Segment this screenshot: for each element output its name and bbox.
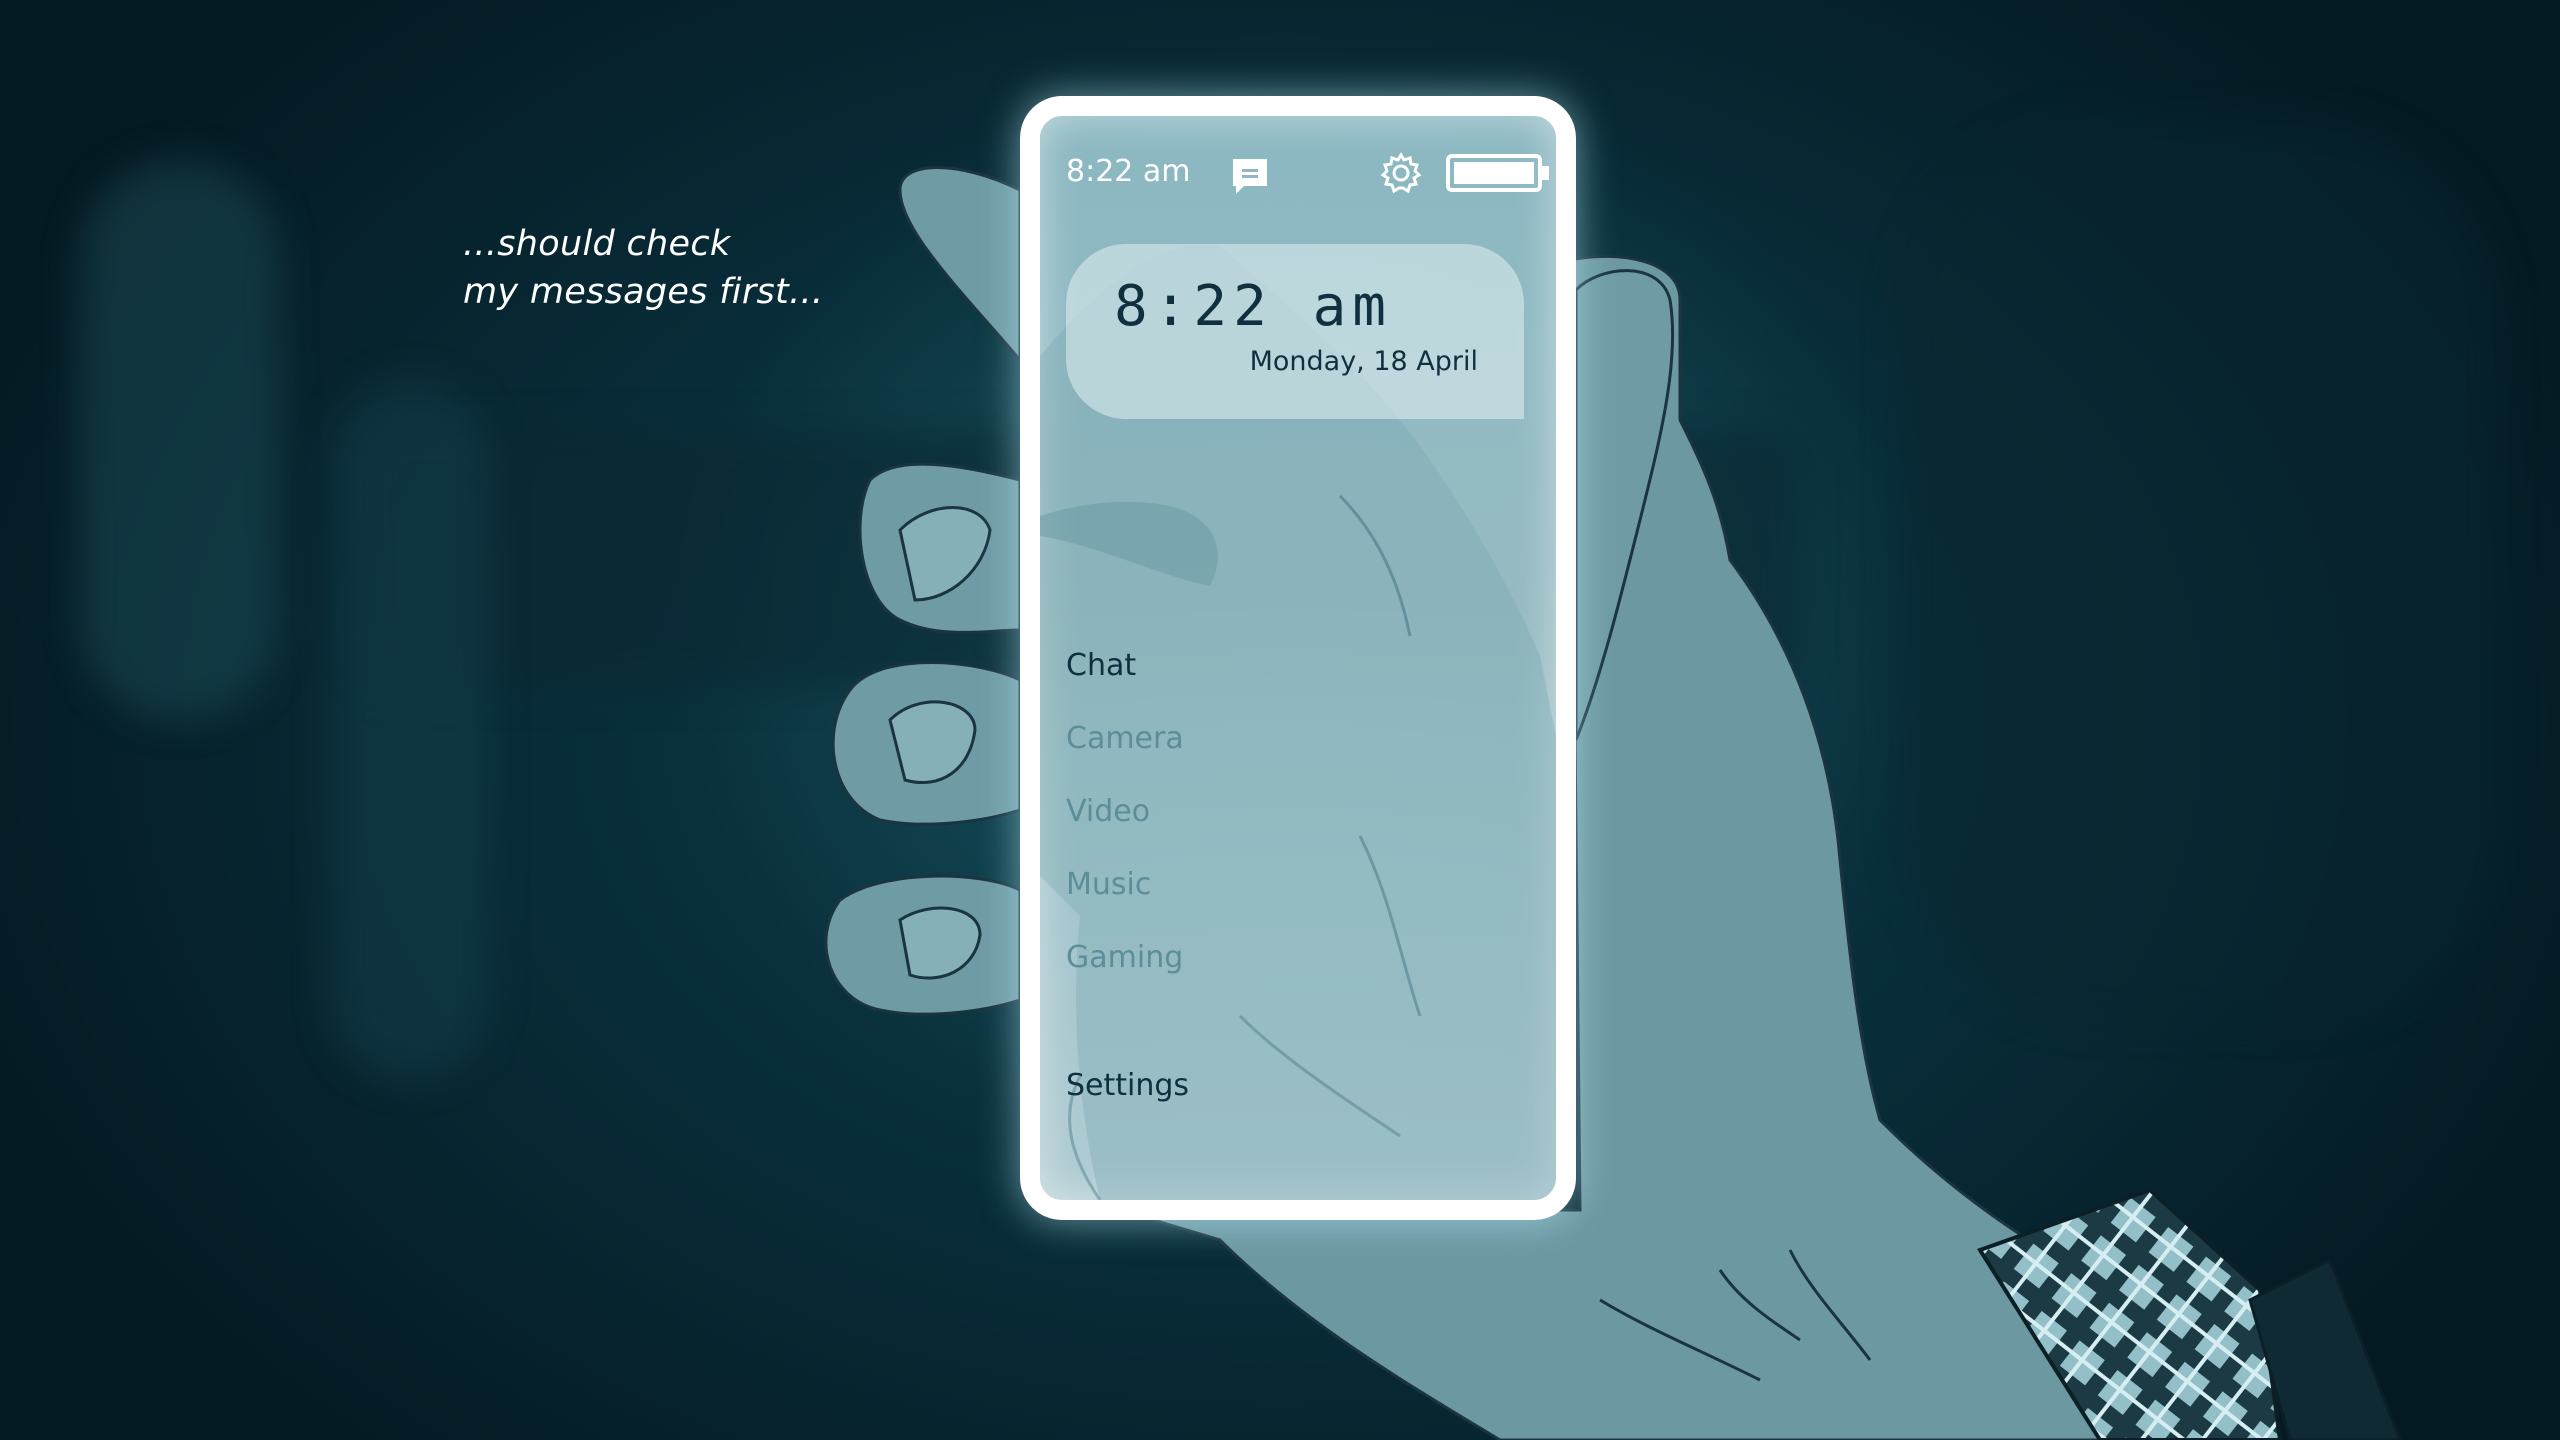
menu-item-camera[interactable]: Camera	[1066, 719, 1486, 792]
app-menu: Chat Camera Video Music Gaming	[1066, 646, 1486, 1011]
phone-screen: 8:22 am 8:22 am Monday, 18 April Chat Ca…	[1040, 116, 1556, 1200]
menu-item-chat[interactable]: Chat	[1066, 646, 1486, 719]
clock-date: Monday, 18 April	[1249, 346, 1478, 377]
phone-device: 8:22 am 8:22 am Monday, 18 April Chat Ca…	[1020, 96, 1576, 1220]
menu-item-music[interactable]: Music	[1066, 865, 1486, 938]
menu-item-video[interactable]: Video	[1066, 792, 1486, 865]
menu-item-gaming[interactable]: Gaming	[1066, 938, 1486, 1011]
dialogue-text: ...should check my messages first...	[463, 220, 983, 316]
status-time: 8:22 am	[1066, 154, 1191, 189]
status-bar: 8:22 am	[1040, 146, 1556, 196]
dialogue-line: my messages first...	[463, 272, 824, 312]
message-icon[interactable]	[1230, 156, 1270, 196]
battery-icon	[1446, 154, 1549, 192]
clock-widget: 8:22 am Monday, 18 April	[1066, 244, 1524, 419]
dialogue-line: ...should check	[463, 224, 731, 264]
game-scene: ...should check my messages first... 8:2…	[0, 0, 2560, 1440]
menu-item-settings[interactable]: Settings	[1066, 1068, 1189, 1103]
clock-time: 8:22 am	[1114, 274, 1393, 339]
gear-icon[interactable]	[1380, 152, 1422, 194]
